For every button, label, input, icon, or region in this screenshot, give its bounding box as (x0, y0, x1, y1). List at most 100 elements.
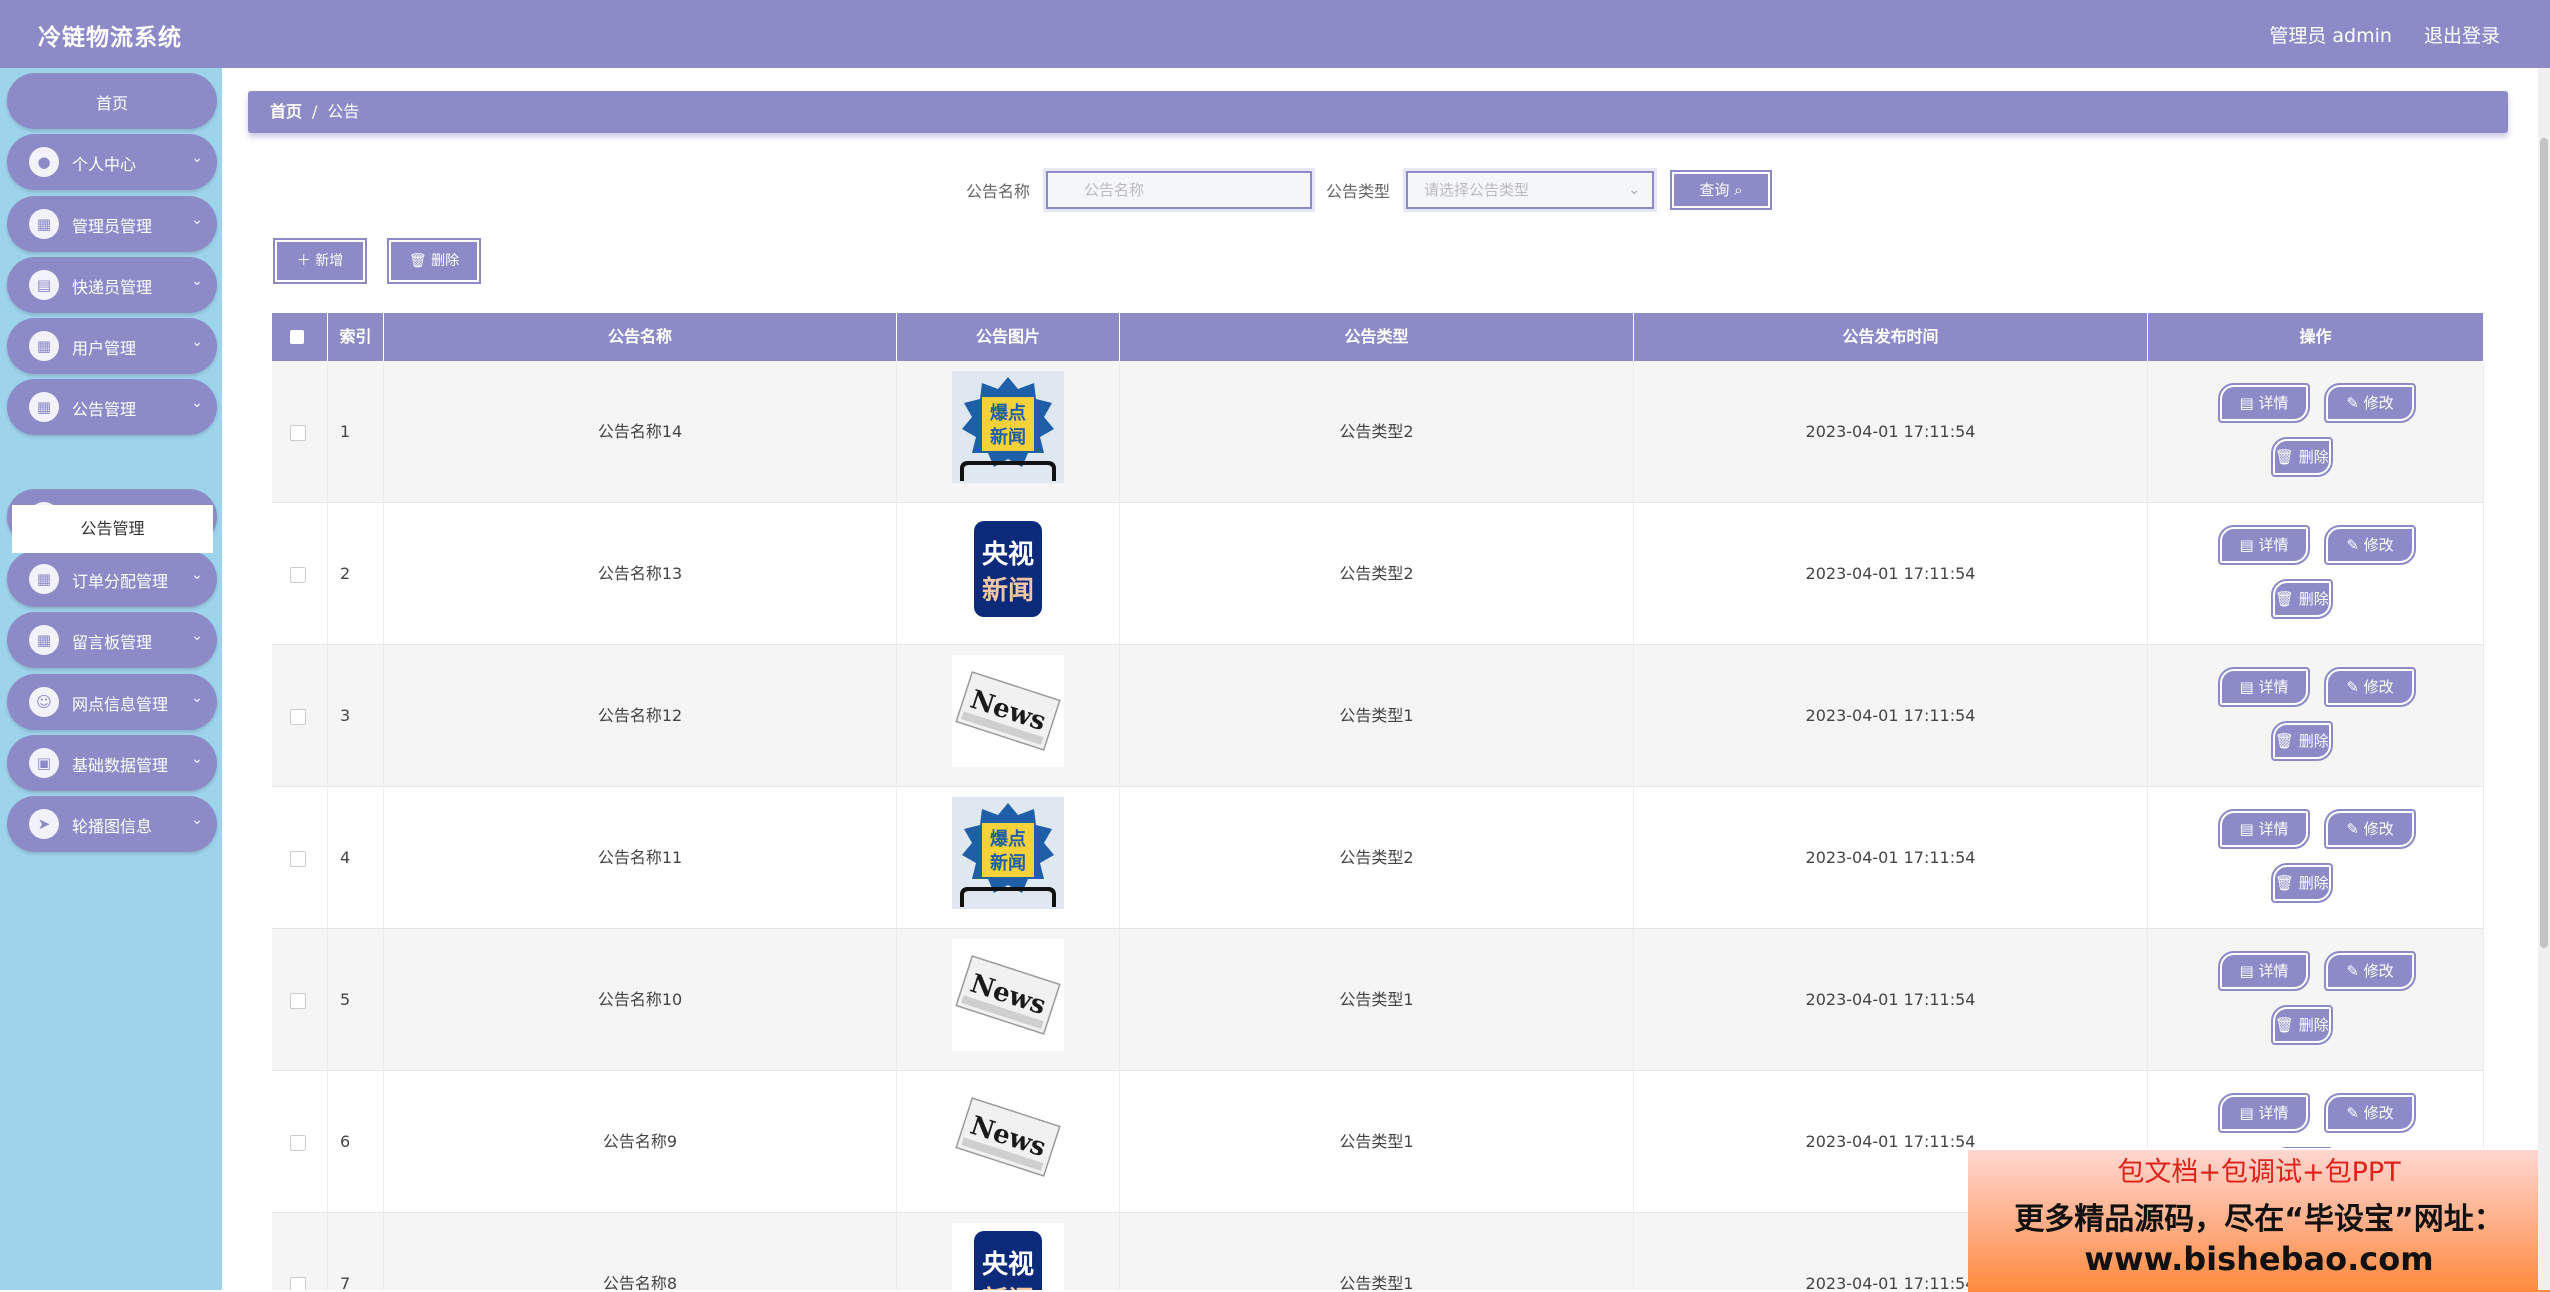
svg-text:新闻: 新闻 (990, 426, 1026, 448)
current-user[interactable]: 管理员 admin (2269, 25, 2392, 47)
notice-image[interactable]: News (952, 655, 1064, 767)
edit-button[interactable]: ✎ 修改 (2324, 1093, 2416, 1133)
sidebar-item-10[interactable]: ▣ 基础数据管理 ⌄ (7, 735, 217, 791)
cell-time: 2023-04-01 17:11:54 (1634, 929, 2148, 1071)
sidebar-item-2[interactable]: ▦ 管理员管理 ⌄ (7, 196, 217, 252)
promo-line-1: 包文档+包调试+包PPT (2117, 1157, 2401, 1188)
edit-button[interactable]: ✎ 修改 (2324, 951, 2416, 991)
row-checkbox[interactable] (290, 425, 306, 441)
sidebar-item-7[interactable]: ▦ 订单分配管理 ⌄ (7, 551, 217, 607)
detail-button[interactable]: ▤ 详情 (2218, 667, 2310, 707)
svg-text:爆点: 爆点 (990, 402, 1026, 424)
sidebar-item-1[interactable]: ● 个人中心 ⌄ (7, 134, 217, 190)
cell-image: News (897, 929, 1120, 1071)
cell-index: 2 (328, 503, 384, 645)
col-actions-header: 操作 (2148, 313, 2484, 361)
top-right-actions: 管理员 admin 退出登录 (2243, 21, 2500, 48)
cell-type: 公告类型2 (1120, 361, 1634, 503)
delete-button[interactable]: 🗑 删除 (2271, 437, 2333, 477)
sidebar-item-label: 网点信息管理 (72, 695, 169, 714)
sidebar-item-8[interactable]: ▦ 留言板管理 ⌄ (7, 612, 217, 668)
row-select-cell (272, 787, 328, 929)
batch-delete-button[interactable]: 🗑 删除 (387, 238, 481, 284)
sidebar-item-3[interactable]: ▤ 快递员管理 ⌄ (7, 257, 217, 313)
send-icon: ➤ (29, 809, 59, 839)
type-select[interactable]: 请选择公告类型 ⌄ (1406, 171, 1654, 209)
notice-table: 索引 公告名称 公告图片 公告类型 公告发布时间 操作 1 公告名称14 爆点 新闻 公告类型2 2… (272, 313, 2484, 1290)
edit-button[interactable]: ✎ 修改 (2324, 667, 2416, 707)
cell-type: 公告类型2 (1120, 787, 1634, 929)
col-type-header: 公告类型 (1120, 313, 1634, 361)
delete-button[interactable]: 🗑 删除 (2271, 1005, 2333, 1045)
row-checkbox[interactable] (290, 567, 306, 583)
sidebar-item-9[interactable]: ☺ 网点信息管理 ⌄ (7, 674, 217, 730)
notice-image[interactable]: 爆点 新闻 (952, 371, 1064, 483)
sidebar-item-label: 留言板管理 (72, 633, 153, 652)
detail-button[interactable]: ▤ 详情 (2218, 1093, 2310, 1133)
edit-button[interactable]: ✎ 修改 (2324, 525, 2416, 565)
detail-button[interactable]: ▤ 详情 (2218, 383, 2310, 423)
chevron-down-icon: ⌄ (191, 690, 203, 706)
col-name-header: 公告名称 (384, 313, 897, 361)
table-row: 1 公告名称14 爆点 新闻 公告类型2 2023-04-01 17:11:54 ▤ 详情 ✎… (272, 361, 2484, 503)
query-button[interactable]: 查询 ⌕ (1670, 170, 1772, 210)
sidebar-item-0[interactable]: 首页 (7, 73, 217, 129)
delete-button[interactable]: 🗑 删除 (2271, 863, 2333, 903)
notice-image[interactable]: News (952, 939, 1064, 1051)
grid-icon: ▦ (29, 209, 59, 239)
row-checkbox[interactable] (290, 1277, 306, 1290)
row-select-cell (272, 503, 328, 645)
select-all-checkbox[interactable] (290, 330, 304, 344)
scrollbar-thumb[interactable] (2540, 138, 2548, 948)
cell-name: 公告名称12 (384, 645, 897, 787)
detail-button[interactable]: ▤ 详情 (2218, 525, 2310, 565)
notice-image[interactable]: News (952, 1081, 1064, 1193)
name-search-input[interactable]: 公告名称 (1046, 171, 1312, 209)
delete-button[interactable]: 🗑 删除 (2271, 721, 2333, 761)
row-checkbox[interactable] (290, 1135, 306, 1151)
cell-image: 央视新闻 (897, 503, 1120, 645)
notice-image[interactable]: 央视新闻 (952, 513, 1064, 625)
cell-actions: ▤ 详情 ✎ 修改 🗑 删除 (2148, 787, 2484, 929)
add-button[interactable]: ＋ 新增 (273, 238, 367, 284)
sidebar-item-4[interactable]: ▦ 用户管理 ⌄ (7, 318, 217, 374)
cell-name: 公告名称10 (384, 929, 897, 1071)
breadcrumb-separator: / (312, 102, 318, 121)
svg-text:新闻: 新闻 (982, 1285, 1034, 1290)
notice-image[interactable]: 央视新闻 (952, 1223, 1064, 1290)
cell-time: 2023-04-01 17:11:54 (1634, 645, 2148, 787)
chevron-down-icon: ⌄ (191, 628, 203, 644)
col-time-header: 公告发布时间 (1634, 313, 2148, 361)
logout-link[interactable]: 退出登录 (2424, 25, 2500, 47)
row-select-cell (272, 1213, 328, 1290)
chevron-down-icon: ⌄ (191, 395, 203, 411)
cell-time: 2023-04-01 17:11:54 (1634, 503, 2148, 645)
table-row: 5 公告名称10 News 公告类型1 2023-04-01 17:11:54 ▤ 详情 ✎… (272, 929, 2484, 1071)
row-checkbox[interactable] (290, 851, 306, 867)
chevron-down-icon: ⌄ (191, 751, 203, 767)
row-checkbox[interactable] (290, 709, 306, 725)
promo-banner[interactable]: 包文档+包调试+包PPT 更多精品源码，尽在“毕设宝”网址： www.bishe… (1968, 1148, 2550, 1292)
row-select-cell (272, 361, 328, 503)
person-icon: ☺ (29, 687, 59, 717)
edit-button[interactable]: ✎ 修改 (2324, 809, 2416, 849)
page-scrollbar[interactable] (2538, 68, 2550, 1290)
breadcrumb-home[interactable]: 首页 (270, 102, 302, 121)
grid-icon: ▦ (29, 564, 59, 594)
cell-actions: ▤ 详情 ✎ 修改 🗑 删除 (2148, 929, 2484, 1071)
edit-button[interactable]: ✎ 修改 (2324, 383, 2416, 423)
sidebar-item-5[interactable]: ▦ 公告管理 ⌄ (7, 379, 217, 435)
sidebar-subitem-notice[interactable]: 公告管理 (12, 505, 213, 553)
sidebar-item-11[interactable]: ➤ 轮播图信息 ⌄ (7, 796, 217, 852)
col-index-header: 索引 (328, 313, 384, 361)
cell-time: 2023-04-01 17:11:54 (1634, 361, 2148, 503)
cell-index: 6 (328, 1071, 384, 1213)
promo-url: www.bishebao.com (2084, 1240, 2434, 1278)
cell-type: 公告类型1 (1120, 1213, 1634, 1290)
row-checkbox[interactable] (290, 993, 306, 1009)
notice-image[interactable]: 爆点 新闻 (952, 797, 1064, 909)
detail-button[interactable]: ▤ 详情 (2218, 951, 2310, 991)
chevron-down-icon: ⌄ (191, 567, 203, 583)
delete-button[interactable]: 🗑 删除 (2271, 579, 2333, 619)
detail-button[interactable]: ▤ 详情 (2218, 809, 2310, 849)
